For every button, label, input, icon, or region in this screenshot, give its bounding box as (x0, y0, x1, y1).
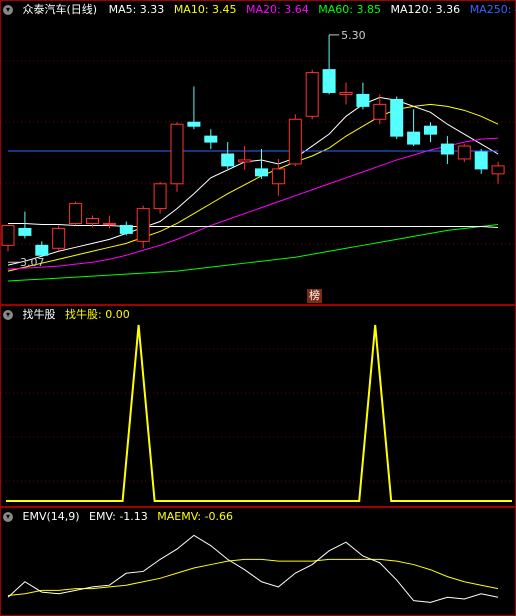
ma120-line (8, 222, 499, 228)
candle (204, 135, 218, 143)
signal-value: 找牛股: 0.00 (65, 308, 130, 321)
candle (474, 151, 488, 170)
candle (86, 218, 99, 224)
ma10-label: MA10: 3.45 (173, 3, 237, 16)
candle (424, 125, 437, 135)
candle (491, 165, 505, 175)
ma120-label: MA120: 3.36 (390, 3, 461, 16)
candle (356, 93, 370, 107)
ma250-label: MA250: 4.13 (469, 3, 516, 16)
ma5-label: MA5: 3.33 (108, 3, 165, 16)
price-panel[interactable]: 5.30 3.07 ▾ 众泰汽车(日线) MA5: 3.33 MA10: 3.45… (0, 0, 516, 305)
candle (18, 227, 32, 236)
emv-value: EMV: -1.13 (89, 510, 148, 523)
candle (373, 103, 387, 120)
ma20-label: MA20: 3.64 (246, 3, 309, 16)
event-tag[interactable]: 榜 (307, 289, 322, 303)
stock-title: 众泰汽车(日线) (22, 3, 98, 16)
signal-panel[interactable]: ▾ 找牛股 找牛股: 0.00 (0, 305, 516, 507)
maemv-value: MAEMV: -0.66 (157, 510, 234, 523)
candle (255, 168, 268, 177)
candle (102, 222, 116, 225)
candle (390, 98, 404, 137)
ma60-label: MA60: 3.85 (318, 3, 381, 16)
emv-title: EMV(14,9) (22, 510, 80, 523)
candle (305, 72, 319, 117)
candle (322, 69, 336, 93)
candle (52, 227, 66, 249)
panel-border (0, 305, 516, 507)
signal-line (6, 324, 512, 502)
maemv-line (7, 558, 499, 597)
candle (119, 224, 133, 234)
ma5-line (7, 96, 499, 266)
candle (35, 244, 49, 256)
collapse-icon[interactable]: ▾ (3, 310, 13, 320)
panel-border (0, 0, 516, 305)
candle (288, 118, 302, 165)
emv-legend: ▾ EMV(14,9) EMV: -1.13 MAEMV: -0.66 (3, 509, 239, 525)
signal-legend: ▾ 找牛股 找牛股: 0.00 (3, 307, 136, 323)
high-label: 5.30 (341, 29, 366, 42)
candle (221, 153, 235, 167)
candle (457, 145, 471, 160)
candle (136, 208, 150, 242)
signal-chart[interactable] (0, 305, 516, 507)
emv-line (7, 534, 499, 603)
ma60-line (7, 223, 499, 282)
low-label: 3.07 (20, 256, 45, 269)
candle (153, 183, 167, 210)
candle (407, 131, 421, 145)
candle (440, 143, 454, 155)
candle (238, 159, 252, 163)
signal-title: 找牛股 (22, 308, 56, 321)
candle (187, 121, 201, 127)
price-chart[interactable]: 5.30 3.07 (0, 0, 516, 305)
candle (170, 123, 184, 185)
price-legend: ▾ 众泰汽车(日线) MA5: 3.33 MA10: 3.45 MA20: 3.… (3, 2, 516, 18)
collapse-icon[interactable]: ▾ (3, 5, 13, 15)
candle (1, 224, 15, 246)
candle (271, 168, 285, 185)
collapse-icon[interactable]: ▾ (3, 512, 13, 522)
candle (339, 91, 353, 95)
candle (69, 203, 83, 224)
emv-panel[interactable]: ▾ EMV(14,9) EMV: -1.13 MAEMV: -0.66 (0, 507, 516, 616)
